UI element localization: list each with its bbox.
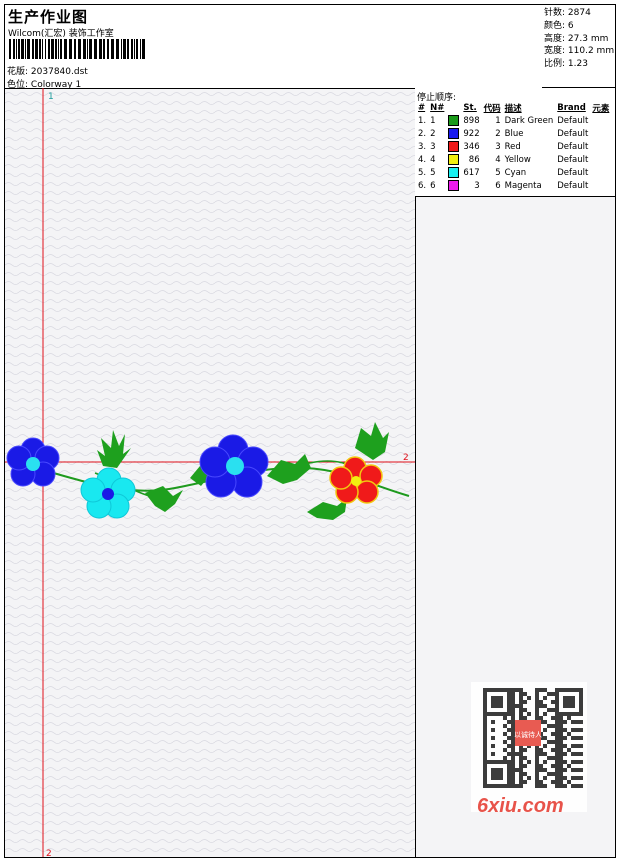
thread-desc: Yellow: [504, 154, 531, 165]
design-canvas: 1 2 2: [5, 88, 416, 858]
thread-n: 5.: [418, 167, 427, 178]
color-swatch: [448, 128, 460, 139]
embroidery-preview: 1 2 2: [5, 88, 415, 858]
stat-width: 宽度: 110.2 mm: [544, 46, 615, 57]
marker-right: 2: [403, 453, 409, 463]
thread-code: 3: [495, 141, 501, 152]
thread-row: 2. 2 922 2 Blue Default: [416, 127, 611, 140]
thread-st: 346: [463, 141, 480, 152]
thread-st: 86: [468, 154, 480, 165]
thread-code: 4: [495, 154, 501, 165]
page-title: 生产作业图: [8, 8, 89, 26]
thread-n: 6.: [418, 180, 427, 191]
qr-watermark: 以诚待人: [471, 682, 587, 812]
thread-brand: Default: [557, 128, 589, 139]
stat-height: 高度: 27.3 mm: [544, 33, 609, 44]
thread-code: 5: [495, 167, 501, 178]
qr-code-image: 以诚待人: [483, 688, 583, 788]
stop-sequence-panel: 停止顺序: # N# St. 代码 描述 Brand 元素 1. 1 898 1 Dar…: [415, 88, 615, 197]
production-sheet: 生产作业图 Wilcom(汇宏) 装饰工作室 花版: 2037840.dst 色…: [4, 4, 616, 858]
thread-stop: 5: [430, 167, 436, 178]
thread-row: 6. 6 3 6 Magenta Default: [416, 179, 611, 192]
stat-stitches: 针数: 2874: [544, 8, 591, 18]
thread-row: 3. 3 346 3 Red Default: [416, 140, 611, 153]
thread-st: 3: [474, 180, 480, 191]
thread-desc: Blue: [504, 128, 524, 139]
thread-desc: Dark Green: [504, 115, 554, 126]
thread-n: 2.: [418, 128, 427, 139]
thread-n: 4.: [418, 154, 427, 165]
marker-bottom: 2: [46, 849, 52, 858]
thread-desc: Cyan: [504, 167, 527, 178]
marker-top: 1: [48, 92, 54, 102]
header-panel: 生产作业图 Wilcom(汇宏) 装饰工作室 花版: 2037840.dst 色…: [5, 5, 543, 90]
thread-n: 3.: [418, 141, 427, 152]
color-swatch: [448, 180, 460, 191]
thread-st: 898: [463, 115, 480, 126]
thread-st: 617: [463, 167, 480, 178]
stat-colors: 颜色: 6: [544, 20, 574, 31]
thread-row: 1. 1 898 1 Dark Green Default: [416, 114, 611, 127]
company-name: Wilcom(汇宏) 装饰工作室: [8, 29, 114, 39]
thread-n: 1.: [418, 115, 427, 126]
color-swatch: [448, 154, 460, 165]
thread-stop: 1: [430, 115, 436, 126]
color-swatch: [448, 141, 460, 152]
color-swatch: [448, 167, 460, 178]
thread-brand: Default: [557, 115, 589, 126]
thread-desc: Red: [504, 141, 521, 152]
thread-table: # N# St. 代码 描述 Brand 元素 1. 1 898 1 Dark Gree…: [416, 101, 611, 192]
thread-stop: 2: [430, 128, 436, 139]
watermark-text: 6xiu.com: [477, 795, 564, 817]
thread-code: 2: [495, 128, 501, 139]
seal-stamp: 以诚待人: [514, 730, 542, 739]
thread-stop: 6: [430, 180, 436, 191]
thread-desc: Magenta: [504, 180, 542, 191]
stat-scale: 比例: 1.23: [544, 59, 588, 70]
color-swatch: [448, 115, 460, 126]
thread-brand: Default: [557, 167, 589, 178]
thread-row: 5. 5 617 5 Cyan Default: [416, 166, 611, 179]
stats-panel: 针数: 2874 颜色: 6 高度: 27.3 mm 宽度: 110.2 mm …: [542, 5, 615, 88]
design-filename: 2037840.dst: [30, 67, 88, 77]
thread-table-header: # N# St. 代码 描述 Brand 元素: [418, 102, 610, 114]
thread-code: 1: [495, 115, 501, 126]
thread-code: 6: [495, 180, 501, 191]
thread-stop: 3: [430, 141, 436, 152]
thread-stop: 4: [430, 154, 436, 165]
thread-st: 922: [463, 128, 480, 139]
thread-brand: Default: [557, 141, 589, 152]
design-info: 花版: 2037840.dst: [7, 67, 88, 77]
thread-brand: Default: [557, 154, 589, 165]
thread-brand: Default: [557, 180, 589, 191]
barcode-image: [9, 39, 145, 59]
thread-row: 4. 4 86 4 Yellow Default: [416, 153, 611, 166]
